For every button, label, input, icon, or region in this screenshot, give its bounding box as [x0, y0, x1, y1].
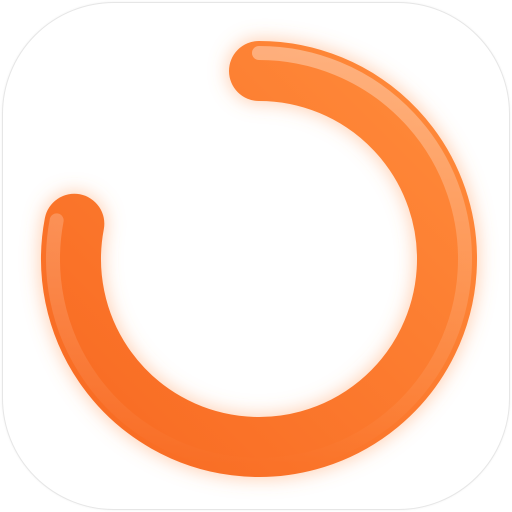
app-icon-tile[interactable]: [2, 2, 510, 510]
progress-arc-highlight: [46, 46, 472, 472]
progress-arc: [41, 41, 477, 477]
progress-ring-icon: [39, 39, 479, 479]
